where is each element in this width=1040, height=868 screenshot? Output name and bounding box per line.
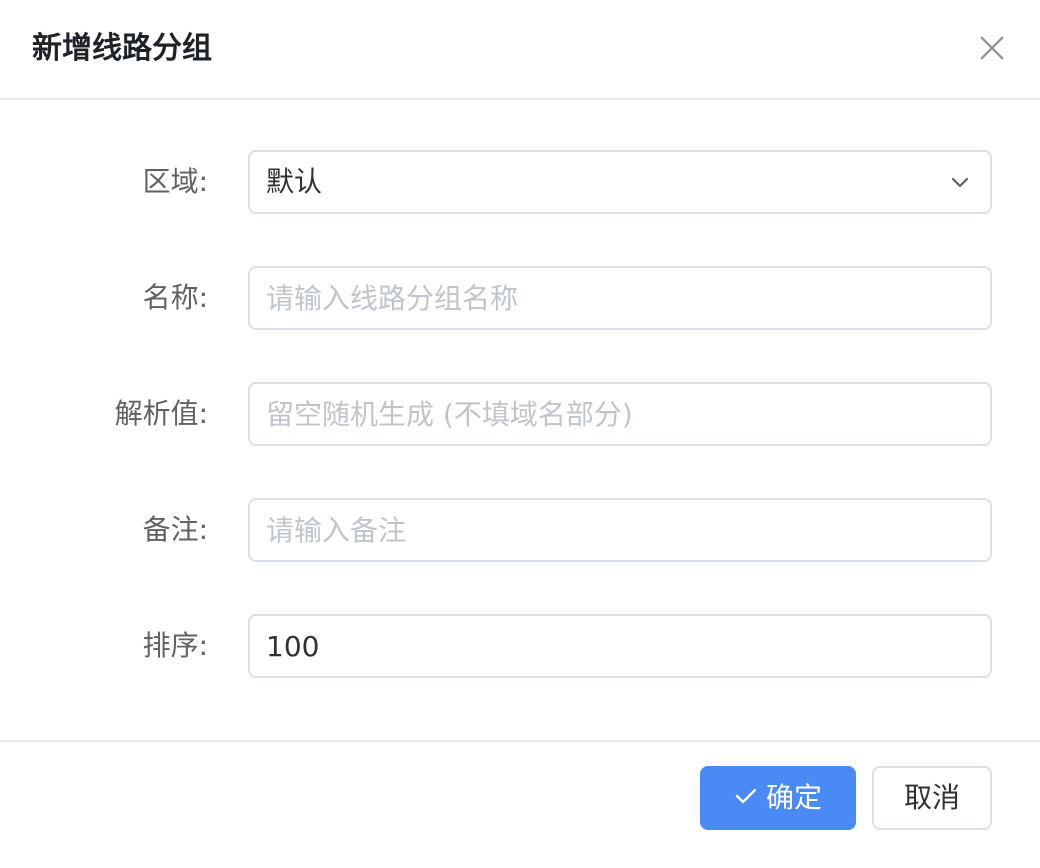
form-row-remark: 备注: — [0, 498, 1040, 562]
confirm-button[interactable]: 确定 — [700, 766, 856, 830]
form-row-sort: 排序: — [0, 614, 1040, 678]
add-route-group-dialog: 新增线路分组 区域: 默认 名称: 解析值: — [0, 0, 1040, 868]
cancel-button[interactable]: 取消 — [872, 766, 992, 830]
resolve-value-label: 解析值: — [114, 397, 208, 430]
name-label: 名称: — [142, 281, 208, 314]
close-icon — [980, 36, 1004, 60]
sort-input[interactable] — [250, 616, 990, 676]
remark-input[interactable] — [250, 500, 990, 560]
dialog-body: 区域: 默认 名称: 解析值: 备注: — [0, 100, 1040, 742]
name-input[interactable] — [250, 268, 990, 328]
cancel-button-label: 取消 — [903, 781, 960, 814]
chevron-down-icon — [951, 177, 969, 188]
resolve-value-input[interactable] — [250, 384, 990, 444]
dialog-header: 新增线路分组 — [0, 0, 1040, 100]
resolve-field-wrapper — [248, 382, 992, 446]
confirm-button-label: 确定 — [765, 781, 822, 814]
close-button[interactable] — [978, 34, 1006, 62]
region-select[interactable]: 默认 — [248, 150, 992, 214]
sort-field-wrapper — [248, 614, 992, 678]
name-field-wrapper — [248, 266, 992, 330]
form-row-resolve: 解析值: — [0, 382, 1040, 446]
form-row-region: 区域: 默认 — [0, 150, 1040, 214]
check-icon — [735, 788, 757, 804]
remark-label: 备注: — [142, 513, 208, 546]
sort-label: 排序: — [142, 629, 208, 662]
region-select-value: 默认 — [266, 165, 323, 198]
remark-field-wrapper — [248, 498, 992, 562]
dialog-title: 新增线路分组 — [32, 31, 212, 66]
form-row-name: 名称: — [0, 266, 1040, 330]
dialog-footer: 确定 取消 — [0, 742, 1040, 868]
region-label: 区域: — [142, 165, 208, 198]
